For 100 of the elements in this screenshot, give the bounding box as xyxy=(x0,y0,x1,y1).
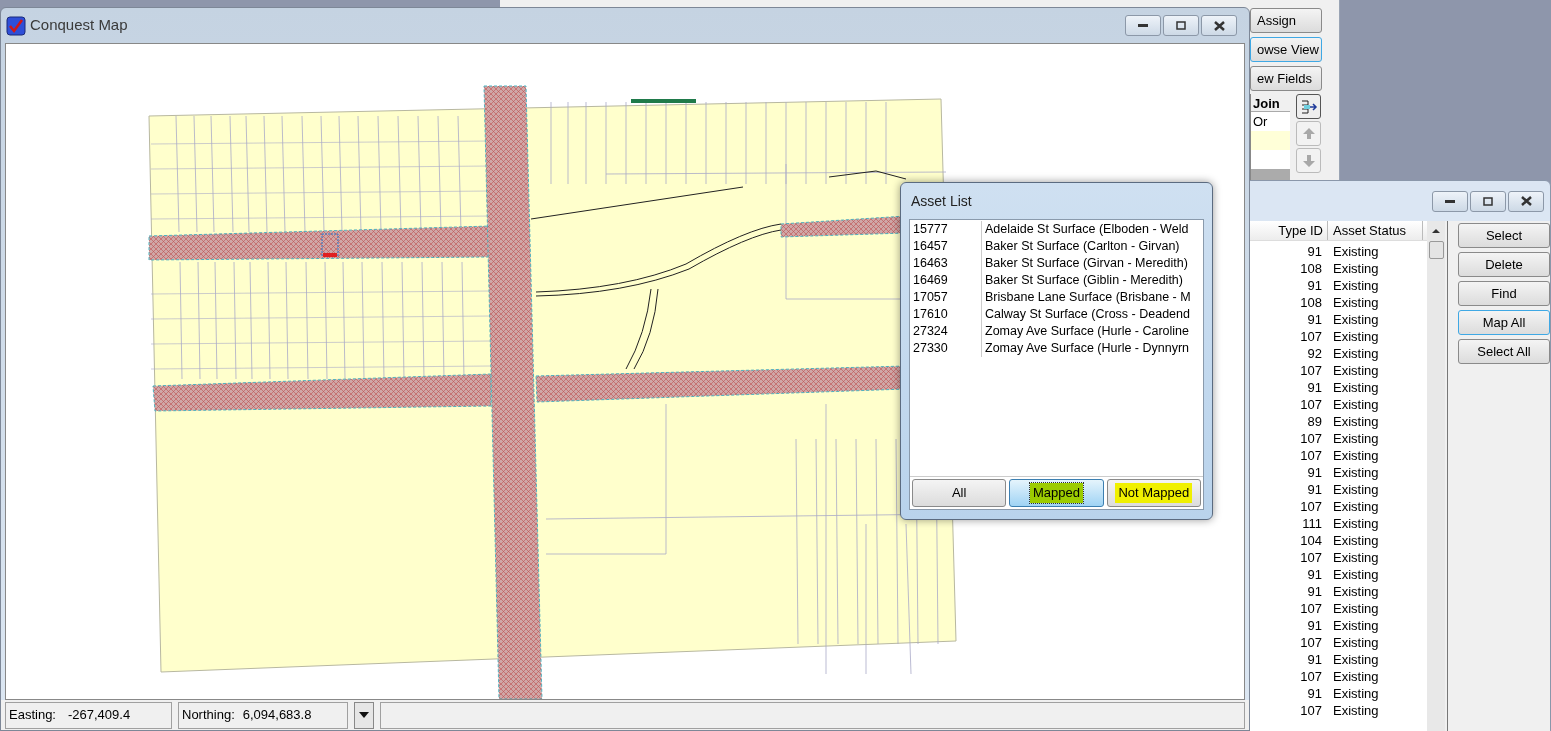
add-field-button[interactable] xyxy=(1296,94,1321,119)
list-row[interactable]: 27330 Zomay Ave Surface (Hurle - Dynnyrn xyxy=(910,340,1203,357)
table-cell-text: 107 xyxy=(1299,702,1323,719)
asset-name: Baker St Surface (Carlton - Girvan) xyxy=(984,238,1180,255)
action-button[interactable]: Select xyxy=(1458,223,1550,248)
northing-label: Northing: xyxy=(182,706,235,725)
table-cell-text: 91 xyxy=(1306,685,1323,702)
list-row[interactable]: 16457 Baker St Surface (Carlton - Girvan) xyxy=(910,238,1203,255)
asset-id: 27330 xyxy=(910,340,982,357)
asset-name: Zomay Ave Surface (Hurle - Caroline xyxy=(984,323,1190,340)
table-cell-text: 92 xyxy=(1306,345,1323,362)
maximize-icon xyxy=(1483,196,1493,206)
northing-value: 6,094,683.8 xyxy=(242,706,312,725)
table-row xyxy=(1251,150,1290,169)
table-cell-text: 91 xyxy=(1306,464,1323,481)
scroll-thumb[interactable] xyxy=(1428,241,1444,259)
action-button[interactable]: Delete xyxy=(1458,252,1550,277)
asset-id: 15777 xyxy=(910,221,982,238)
table-row xyxy=(1251,131,1290,150)
table-cell-text: Existing xyxy=(1332,243,1380,260)
table-cell-text: Existing xyxy=(1332,600,1380,617)
table-cell-text: 107 xyxy=(1299,362,1323,379)
asset-id: 16469 xyxy=(910,272,982,289)
asset-name: Adelaide St Surface (Elboden - Weld xyxy=(984,221,1189,238)
table-cell-text: Existing xyxy=(1332,617,1380,634)
close-button[interactable] xyxy=(1508,190,1544,212)
easting-value: -267,409.4 xyxy=(68,706,131,725)
checkmark-icon xyxy=(6,15,26,36)
table-cell-text: 107 xyxy=(1299,668,1323,685)
table-cell-text: Existing xyxy=(1332,379,1380,396)
minimize-button[interactable] xyxy=(1125,15,1161,36)
asset-name: Calway St Surface (Cross - Deadend xyxy=(984,306,1190,323)
action-button[interactable]: Select All xyxy=(1458,339,1550,364)
table-cell-text: 108 xyxy=(1299,260,1323,277)
close-button[interactable] xyxy=(1201,15,1237,36)
maximize-button[interactable] xyxy=(1470,190,1506,212)
table-cell-text: 104 xyxy=(1299,532,1323,549)
table-cell-text: Existing xyxy=(1332,345,1380,362)
asset-id: 27324 xyxy=(910,323,982,340)
table-cell-text: 107 xyxy=(1299,549,1323,566)
table-cell-text: 107 xyxy=(1299,447,1323,464)
filter-tab[interactable]: Mapped xyxy=(1009,479,1104,507)
table-cell-text: Existing xyxy=(1332,396,1380,413)
table-cell-text: 91 xyxy=(1306,617,1323,634)
table-cell-text: Existing xyxy=(1332,328,1380,345)
table-cell-text: 107 xyxy=(1299,634,1323,651)
action-button[interactable]: Map All xyxy=(1458,310,1550,335)
list-row[interactable]: 16469 Baker St Surface (Giblin - Meredith) xyxy=(910,272,1203,289)
table-cell-text: 91 xyxy=(1306,379,1323,396)
table-cell-text: 91 xyxy=(1306,311,1323,328)
minimize-button[interactable] xyxy=(1432,190,1468,212)
table-cell-text: 91 xyxy=(1306,651,1323,668)
table-cell-text: Existing xyxy=(1332,362,1380,379)
toolbar-button[interactable]: ew Fields xyxy=(1250,66,1322,91)
minimize-icon xyxy=(1138,24,1148,27)
dialog-title: Asset List xyxy=(910,191,973,211)
asset-id: 17057 xyxy=(910,289,982,306)
list-row[interactable]: 17610 Calway St Surface (Cross - Deadend xyxy=(910,306,1203,323)
toolbar-button[interactable]: owse View xyxy=(1250,37,1322,62)
maximize-button[interactable] xyxy=(1163,15,1199,36)
table-cell-text: Existing xyxy=(1332,702,1380,719)
list-row[interactable]: 15777 Adelaide St Surface (Elboden - Weld xyxy=(910,221,1203,238)
table-cell-text: Existing xyxy=(1332,311,1380,328)
table-cell-text: Existing xyxy=(1332,447,1380,464)
table-cell-text: 91 xyxy=(1306,277,1323,294)
table-cell-text: Existing xyxy=(1332,430,1380,447)
list-row[interactable]: 16463 Baker St Surface (Girvan - Meredith) xyxy=(910,255,1203,272)
table-cell-text: Existing xyxy=(1332,634,1380,651)
table-cell-text: Existing xyxy=(1332,413,1380,430)
asset-name: Zomay Ave Surface (Hurle - Dynnyrn xyxy=(984,340,1189,357)
table-cell-text: Existing xyxy=(1332,668,1380,685)
table-cell-text: Existing xyxy=(1332,260,1380,277)
table-cell-text: Existing xyxy=(1332,532,1380,549)
close-icon xyxy=(1213,20,1225,31)
table-cell-text: 107 xyxy=(1299,396,1323,413)
dropdown-button[interactable] xyxy=(354,701,374,729)
filter-tab[interactable]: All xyxy=(912,479,1007,507)
caret-icon xyxy=(359,712,369,718)
table-cell-text: 91 xyxy=(1306,243,1323,260)
list-row[interactable]: 17057 Brisbane Lane Surface (Brisbane - M xyxy=(910,289,1203,306)
table-cell-text: 91 xyxy=(1306,583,1323,600)
table-cell-text: 91 xyxy=(1306,566,1323,583)
table-cell-text: Existing xyxy=(1332,464,1380,481)
asset-id: 16463 xyxy=(910,255,982,272)
table-cell-text: Existing xyxy=(1332,583,1380,600)
asset-id: 16457 xyxy=(910,238,982,255)
table-cell-text: 107 xyxy=(1299,600,1323,617)
column-header: Join xyxy=(1251,94,1290,112)
asset-name: Baker St Surface (Girvan - Meredith) xyxy=(984,255,1188,272)
asset-id: 17610 xyxy=(910,306,982,323)
scrollbar[interactable] xyxy=(1427,221,1445,731)
table-cell-text: Existing xyxy=(1332,651,1380,668)
toolbar-button[interactable]: Assign xyxy=(1250,8,1322,33)
table-cell-text: 108 xyxy=(1299,294,1323,311)
list-row[interactable]: 27324 Zomay Ave Surface (Hurle - Caroline xyxy=(910,323,1203,340)
close-icon xyxy=(1520,196,1532,206)
table-cell-text: Existing xyxy=(1332,498,1380,515)
filter-tab[interactable]: Not Mapped xyxy=(1106,479,1201,507)
table-cell-text: 89 xyxy=(1306,413,1323,430)
action-button[interactable]: Find xyxy=(1458,281,1550,306)
